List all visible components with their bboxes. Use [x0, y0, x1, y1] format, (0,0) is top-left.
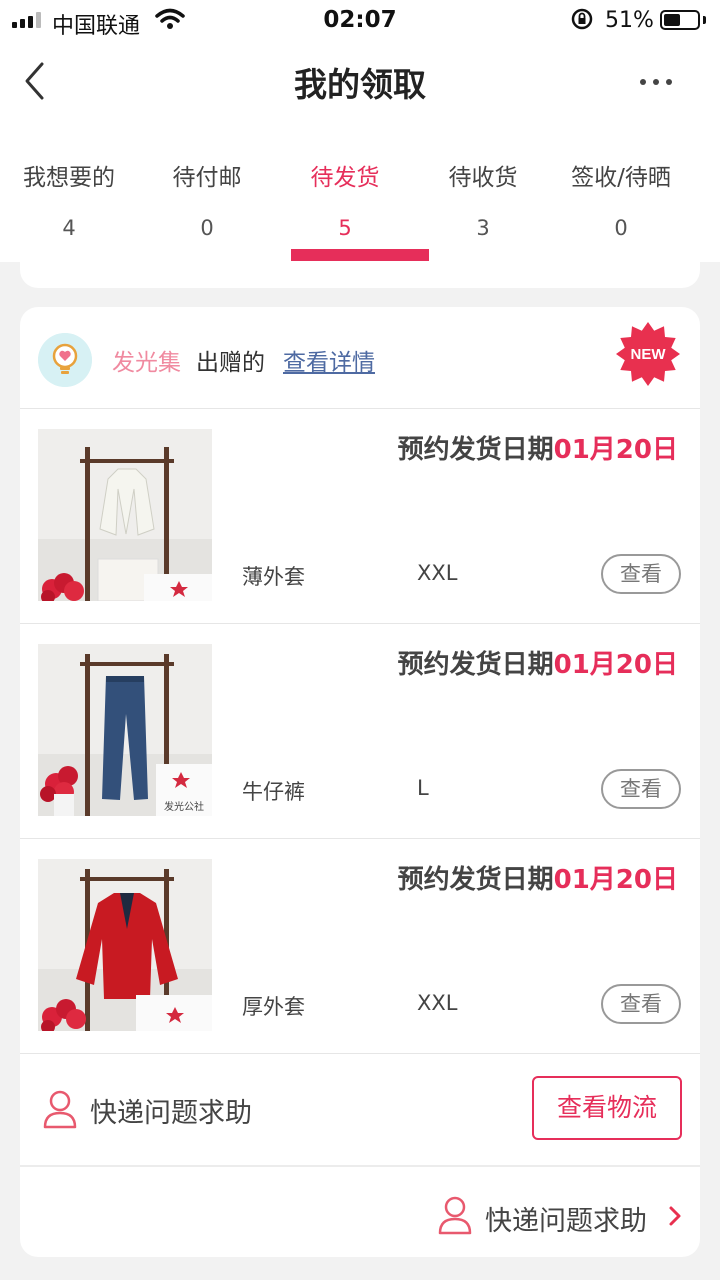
active-tab-indicator: [291, 249, 429, 261]
delivery-help-row: 快递问题求助 查看物流: [20, 1057, 700, 1167]
tab-pending-postage[interactable]: 待付邮 0: [138, 130, 276, 262]
footer-help-row[interactable]: 快递问题求助: [20, 1167, 700, 1257]
tab-label: 我想要的: [23, 165, 115, 191]
order-status-tabs: 我想要的 4 待付邮 0 待发货 5 待收货 3 签收/待晒 0: [0, 130, 720, 262]
ship-date-label: 预约发货日期: [397, 435, 554, 465]
card-header: 发光集 出赠的 查看详情 NEW: [20, 307, 700, 409]
gift-order-card: 发光集 出赠的 查看详情 NEW 预约发货日期01月20日 薄外套 XXL 查看: [20, 307, 700, 1257]
orientation-lock-icon: [571, 8, 593, 30]
tab-label: 待付邮: [172, 165, 242, 191]
view-details-link[interactable]: 查看详情: [283, 343, 375, 377]
tab-count: 4: [62, 216, 76, 240]
person-icon: [43, 1090, 77, 1129]
status-bar: 中国联通 02:07 51%: [0, 0, 720, 40]
view-button[interactable]: 查看: [601, 984, 681, 1024]
navigation-bar: 我的领取: [0, 40, 720, 130]
track-shipment-button[interactable]: 查看物流: [532, 1076, 682, 1140]
tab-label: 待发货: [310, 165, 380, 191]
tab-pending-receipt[interactable]: 待收货 3: [414, 130, 552, 262]
tab-pending-shipment[interactable]: 待发货 5: [276, 130, 414, 262]
chevron-right-icon: [669, 1206, 681, 1226]
battery-level-fill: [664, 14, 680, 26]
order-item[interactable]: 预约发货日期01月20日 厚外套 XXL 查看: [20, 839, 700, 1054]
delivery-help-label[interactable]: 快递问题求助: [90, 1091, 252, 1130]
tab-count: 5: [338, 216, 352, 240]
product-image-white-jacket[interactable]: [38, 429, 212, 601]
tab-wishlist[interactable]: 我想要的 4: [0, 130, 138, 262]
footer-help-label[interactable]: 快递问题求助: [485, 1199, 647, 1238]
tab-signed-review[interactable]: 签收/待晒 0: [552, 130, 690, 262]
person-icon: [438, 1196, 472, 1235]
battery-icon: [660, 10, 700, 30]
more-dots-icon[interactable]: [640, 75, 684, 89]
ship-date-value: 01月20日: [553, 650, 678, 680]
item-name: 薄外套: [242, 565, 305, 589]
item-size: XXL: [417, 561, 458, 585]
ship-date-label: 预约发货日期: [397, 650, 554, 680]
tab-label: 待收货: [448, 165, 518, 191]
tab-count: 0: [614, 216, 628, 240]
view-button[interactable]: 查看: [601, 769, 681, 809]
item-size: L: [417, 776, 429, 800]
tab-count: 3: [476, 216, 490, 240]
lightbulb-heart-icon: [38, 333, 92, 387]
new-badge-label: NEW: [631, 346, 667, 363]
tab-label: 签收/待晒: [571, 165, 671, 191]
product-image-red-coat[interactable]: [38, 859, 212, 1031]
ship-date-line: 预约发货日期01月20日: [398, 644, 678, 681]
view-button[interactable]: 查看: [601, 554, 681, 594]
battery-tip: [703, 16, 706, 24]
battery-percent: 51%: [605, 8, 654, 33]
watermark-label: 发光公社: [164, 800, 204, 813]
item-name: 厚外套: [242, 995, 305, 1019]
item-size: XXL: [417, 991, 458, 1015]
tab-count: 0: [200, 216, 214, 240]
ship-date-value: 01月20日: [553, 865, 678, 895]
ship-date-value: 01月20日: [553, 435, 678, 465]
order-item[interactable]: 预约发货日期01月20日 薄外套 XXL 查看: [20, 409, 700, 624]
page-title: 我的领取: [294, 65, 426, 104]
product-image-jeans[interactable]: 发光公社: [38, 644, 212, 816]
gift-text: 出赠的: [196, 350, 265, 376]
ship-date-line: 预约发货日期01月20日: [398, 859, 678, 896]
item-name: 牛仔裤: [242, 780, 305, 804]
previous-card-bottom: [20, 262, 700, 288]
ship-date-label: 预约发货日期: [397, 865, 554, 895]
brand-name[interactable]: 发光集: [112, 343, 181, 377]
ship-date-line: 预约发货日期01月20日: [398, 429, 678, 466]
order-item[interactable]: 发光公社 预约发货日期01月20日 牛仔裤 L 查看: [20, 624, 700, 839]
new-badge: NEW: [616, 322, 680, 386]
